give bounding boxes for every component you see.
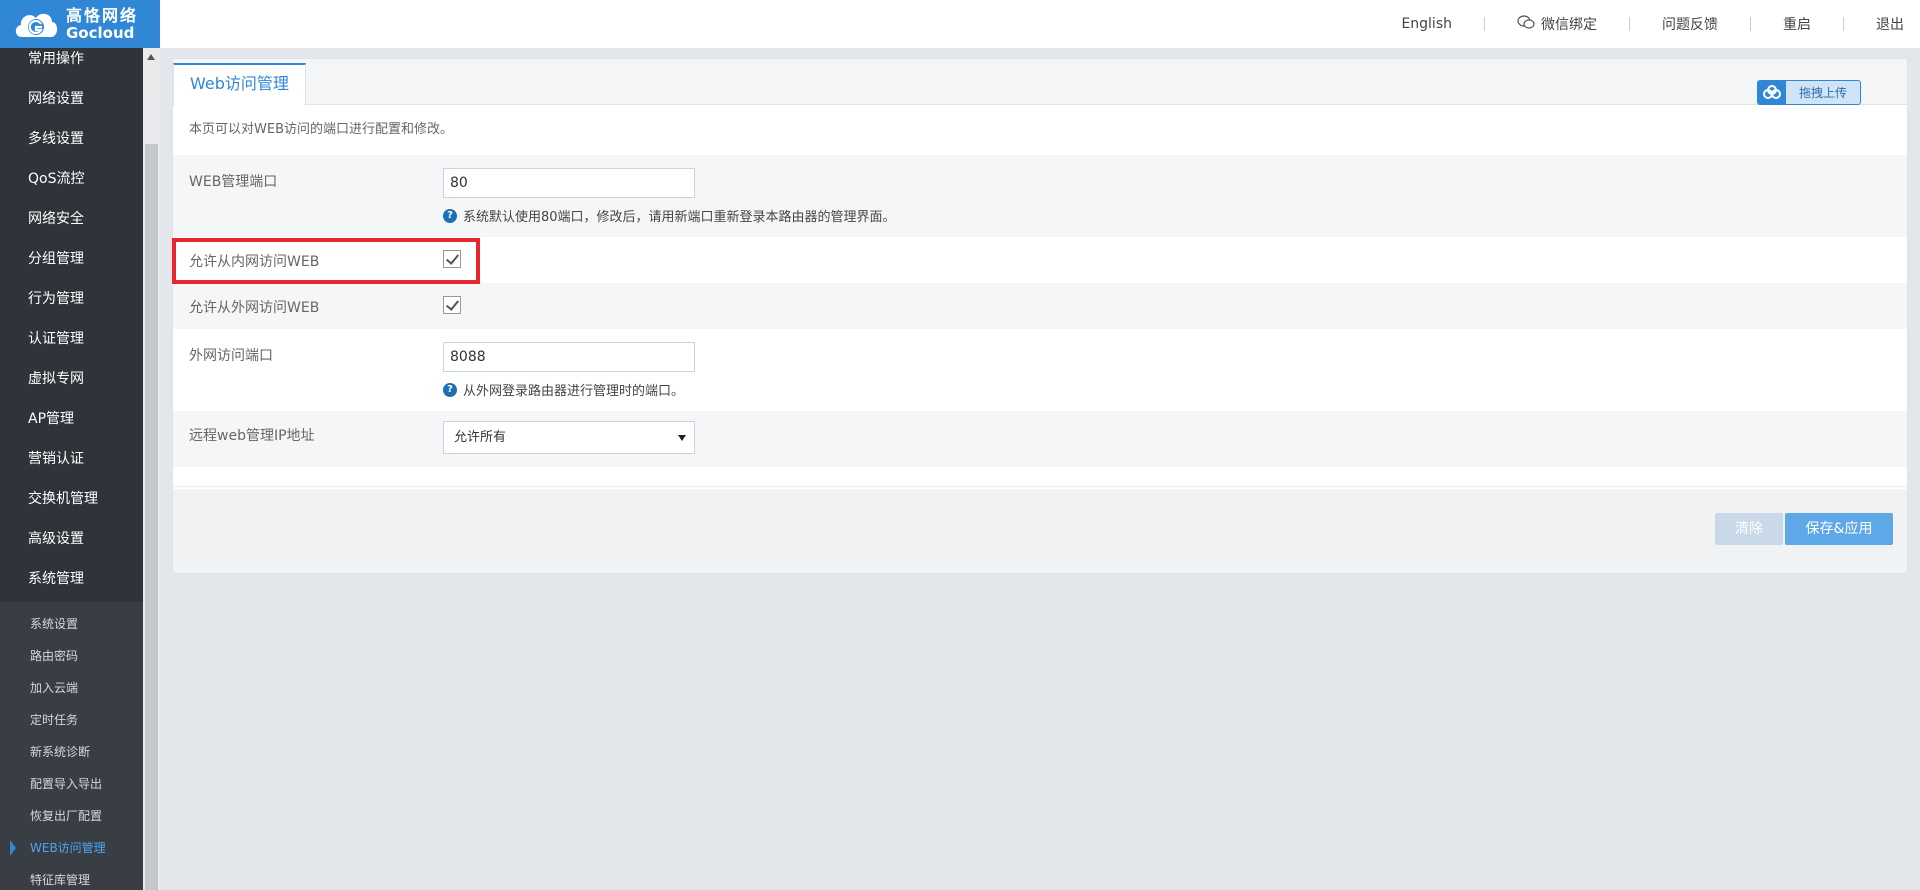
sub-item-scheduled-tasks[interactable]: 定时任务 — [0, 704, 143, 736]
cloud-logo-icon — [12, 7, 60, 41]
sidebar-item-security[interactable]: 网络安全 — [0, 200, 143, 240]
feedback-link[interactable]: 问题反馈 — [1646, 14, 1734, 34]
action-footer: 清除 保存&应用 — [173, 489, 1907, 573]
sidebar-item-vpn[interactable]: 虚拟专网 — [0, 360, 143, 400]
tab-bar: Web访问管理 拖拽上传 — [173, 59, 1907, 106]
web-port-input[interactable]: 80 — [443, 168, 695, 198]
remote-ip-label: 远程web管理IP地址 — [189, 428, 315, 444]
wan-port-label: 外网访问端口 — [189, 348, 273, 364]
chevron-down-icon — [678, 435, 686, 441]
sub-item-system-settings[interactable]: 系统设置 — [0, 608, 143, 640]
scroll-thumb[interactable] — [145, 144, 158, 890]
sidebar-item-switch[interactable]: 交换机管理 — [0, 480, 143, 520]
reboot-link[interactable]: 重启 — [1767, 14, 1827, 34]
sidebar-item-behavior[interactable]: 行为管理 — [0, 280, 143, 320]
remote-ip-select[interactable]: 允许所有 — [443, 421, 695, 454]
english-link[interactable]: English — [1385, 16, 1468, 32]
web-port-hint: 系统默认使用80端口，修改后，请用新端口重新登录本路由器的管理界面。 — [463, 210, 896, 225]
sidebar-item-qos[interactable]: QoS流控 — [0, 160, 143, 200]
help-icon: ? — [443, 208, 457, 223]
sidebar-item-system[interactable]: 系统管理 — [0, 560, 143, 600]
sidebar-scrollbar[interactable] — [143, 48, 160, 890]
sidebar-item-marketing[interactable]: 营销认证 — [0, 440, 143, 480]
wan-port-hint: 从外网登录路由器进行管理时的端口。 — [463, 384, 685, 399]
nav-divider — [1484, 17, 1485, 31]
nav-divider — [1750, 17, 1751, 31]
logo-text-en: Gocloud — [66, 23, 135, 42]
sub-item-factory-reset[interactable]: 恢复出厂配置 — [0, 800, 143, 832]
logout-link[interactable]: 退出 — [1860, 14, 1920, 34]
page-description: 本页可以对WEB访问的端口进行配置和修改。 — [173, 105, 1907, 155]
remote-ip-selected: 允许所有 — [454, 430, 507, 445]
cloud-upload-icon — [1758, 81, 1786, 104]
sidebar-menu: 常用操作 网络设置 多线设置 QoS流控 网络安全 分组管理 行为管理 认证管理… — [0, 48, 143, 890]
sidebar-item-network[interactable]: 网络设置 — [0, 80, 143, 120]
content-panel: Web访问管理 拖拽上传 本页可以对WEB访问的端口进行配置和修改。 WEB管理… — [172, 58, 1908, 574]
allow-lan-checkbox[interactable] — [443, 250, 461, 268]
sub-item-join-cloud[interactable]: 加入云端 — [0, 672, 143, 704]
sidebar-item-multiline[interactable]: 多线设置 — [0, 120, 143, 160]
tab-web-access[interactable]: Web访问管理 — [173, 63, 306, 106]
wechat-bind-link[interactable]: 微信绑定 — [1501, 14, 1613, 34]
sidebar-item-groups[interactable]: 分组管理 — [0, 240, 143, 280]
logo[interactable]: 高恪网络 Gocloud — [0, 0, 160, 48]
top-nav: English 微信绑定 问题反馈 重启 退出 — [1385, 0, 1920, 48]
sidebar-item-common[interactable]: 常用操作 — [0, 48, 143, 80]
allow-wan-label: 允许从外网访问WEB — [189, 300, 320, 316]
web-port-row: WEB管理端口 80 ? 系统默认使用80端口，修改后，请用新端口重新登录本路由… — [173, 155, 1907, 237]
wan-port-input[interactable]: 8088 — [443, 342, 695, 372]
help-icon: ? — [443, 382, 457, 397]
clear-button[interactable]: 清除 — [1715, 513, 1783, 545]
spacer-row — [173, 467, 1907, 487]
sub-item-web-access[interactable]: WEB访问管理 — [0, 832, 143, 864]
sub-item-diagnostics[interactable]: 新系统诊断 — [0, 736, 143, 768]
nav-divider — [1843, 17, 1844, 31]
system-submenu: 系统设置 路由密码 加入云端 定时任务 新系统诊断 配置导入导出 恢复出厂配置 … — [0, 602, 143, 890]
sub-item-router-password[interactable]: 路由密码 — [0, 640, 143, 672]
allow-lan-row: 允许从内网访问WEB — [173, 237, 1907, 283]
allow-wan-checkbox[interactable] — [443, 296, 461, 314]
sub-item-signature-db[interactable]: 特征库管理 — [0, 864, 143, 890]
sidebar-item-ap[interactable]: AP管理 — [0, 400, 143, 440]
sidebar: 常用操作 网络设置 多线设置 QoS流控 网络安全 分组管理 行为管理 认证管理… — [0, 48, 160, 890]
sidebar-item-auth[interactable]: 认证管理 — [0, 320, 143, 360]
wan-port-row: 外网访问端口 8088 ? 从外网登录路由器进行管理时的端口。 — [173, 329, 1907, 411]
drag-upload-label: 拖拽上传 — [1798, 86, 1847, 100]
wechat-bind-label: 微信绑定 — [1541, 17, 1597, 33]
scroll-up-arrow-icon[interactable] — [147, 54, 155, 60]
top-bar: 高恪网络 Gocloud English 微信绑定 问题反馈 重启 退出 — [0, 0, 1920, 48]
allow-wan-row: 允许从外网访问WEB — [173, 283, 1907, 329]
web-port-label: WEB管理端口 — [189, 174, 278, 190]
save-apply-button[interactable]: 保存&应用 — [1785, 513, 1893, 545]
drag-upload-button[interactable]: 拖拽上传 — [1757, 80, 1861, 105]
allow-lan-label: 允许从内网访问WEB — [189, 254, 320, 270]
nav-divider — [1629, 17, 1630, 31]
sub-item-config-import-export[interactable]: 配置导入导出 — [0, 768, 143, 800]
sidebar-item-advanced[interactable]: 高级设置 — [0, 520, 143, 560]
logo-text-cn: 高恪网络 — [66, 5, 139, 25]
wechat-icon — [1517, 15, 1535, 33]
remote-ip-row: 远程web管理IP地址 允许所有 — [173, 411, 1907, 467]
